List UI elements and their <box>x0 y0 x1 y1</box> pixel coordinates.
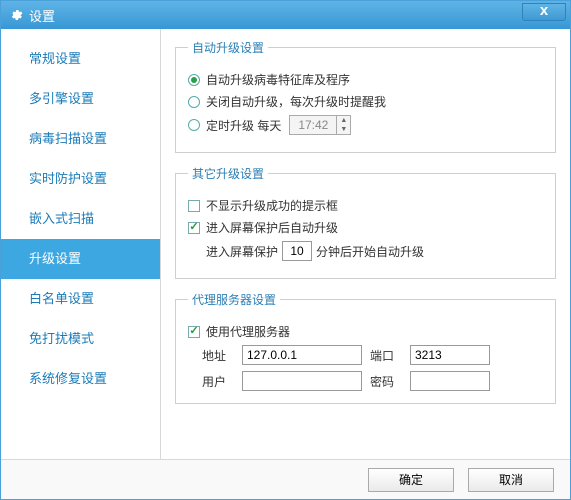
chk-hide-success[interactable]: 不显示升级成功的提示框 <box>188 197 543 214</box>
checkbox-icon <box>188 326 200 338</box>
radio-off[interactable]: 关闭自动升级，每次升级时提醒我 <box>188 93 543 110</box>
ss-minutes-input[interactable] <box>282 241 312 261</box>
radio-icon <box>188 119 200 131</box>
checkbox-label: 不显示升级成功的提示框 <box>206 197 338 214</box>
legend-proxy: 代理服务器设置 <box>188 291 280 308</box>
sidebar-item-engines[interactable]: 多引擎设置 <box>1 79 160 119</box>
chevron-up-icon[interactable]: ▲ <box>337 116 350 125</box>
legend-other-upgrade: 其它升级设置 <box>188 165 268 182</box>
close-button[interactable]: x <box>522 3 566 21</box>
port-input[interactable] <box>410 345 490 365</box>
group-proxy: 代理服务器设置 使用代理服务器 地址 端口 用户 密码 <box>175 291 556 404</box>
time-spinner[interactable]: 17:42 ▲ ▼ <box>289 115 351 135</box>
ss-suffix: 分钟后开始自动升级 <box>316 243 424 260</box>
checkbox-label: 使用代理服务器 <box>206 323 290 340</box>
ss-prefix: 进入屏幕保护 <box>206 243 278 260</box>
checkbox-icon <box>188 222 200 234</box>
close-icon: x <box>540 2 548 19</box>
sidebar-item-upgrade[interactable]: 升级设置 <box>1 239 160 279</box>
legend-auto-upgrade: 自动升级设置 <box>188 39 268 56</box>
group-auto-upgrade: 自动升级设置 自动升级病毒特征库及程序 关闭自动升级，每次升级时提醒我 定时升级… <box>175 39 556 153</box>
radio-icon <box>188 96 200 108</box>
chk-use-proxy[interactable]: 使用代理服务器 <box>188 323 543 340</box>
gear-icon <box>9 8 23 22</box>
checkbox-icon <box>188 200 200 212</box>
screensaver-delay-row: 进入屏幕保护 分钟后开始自动升级 <box>206 241 543 261</box>
spinner-arrows: ▲ ▼ <box>336 116 350 134</box>
sidebar-item-general[interactable]: 常规设置 <box>1 39 160 79</box>
pass-input[interactable] <box>410 371 490 391</box>
footer: 确定 取消 <box>1 459 570 499</box>
ok-button[interactable]: 确定 <box>368 468 454 492</box>
group-other-upgrade: 其它升级设置 不显示升级成功的提示框 进入屏幕保护后自动升级 进入屏幕保护 分钟… <box>175 165 556 279</box>
radio-label: 定时升级 每天 <box>206 117 281 134</box>
addr-label: 地址 <box>202 347 234 364</box>
time-value: 17:42 <box>290 116 336 134</box>
radio-label: 自动升级病毒特征库及程序 <box>206 71 350 88</box>
sidebar-item-sysrepair[interactable]: 系统修复设置 <box>1 359 160 399</box>
chk-screensaver-upgrade[interactable]: 进入屏幕保护后自动升级 <box>188 219 543 236</box>
titlebar: 设置 x <box>1 1 570 29</box>
sidebar-item-whitelist[interactable]: 白名单设置 <box>1 279 160 319</box>
checkbox-label: 进入屏幕保护后自动升级 <box>206 219 338 236</box>
port-label: 端口 <box>370 347 402 364</box>
radio-icon <box>188 74 200 86</box>
radio-timed[interactable]: 定时升级 每天 17:42 ▲ ▼ <box>188 115 543 135</box>
addr-input[interactable] <box>242 345 362 365</box>
cancel-button[interactable]: 取消 <box>468 468 554 492</box>
pass-label: 密码 <box>370 373 402 390</box>
window-title: 设置 <box>29 6 55 25</box>
window-body: 常规设置 多引擎设置 病毒扫描设置 实时防护设置 嵌入式扫描 升级设置 白名单设… <box>1 29 570 459</box>
user-label: 用户 <box>202 373 234 390</box>
radio-label: 关闭自动升级，每次升级时提醒我 <box>206 93 386 110</box>
chevron-down-icon[interactable]: ▼ <box>337 125 350 134</box>
sidebar-item-embedded[interactable]: 嵌入式扫描 <box>1 199 160 239</box>
sidebar: 常规设置 多引擎设置 病毒扫描设置 实时防护设置 嵌入式扫描 升级设置 白名单设… <box>1 29 161 459</box>
proxy-grid: 地址 端口 用户 密码 <box>202 345 543 391</box>
radio-auto[interactable]: 自动升级病毒特征库及程序 <box>188 71 543 88</box>
settings-window: 设置 x 常规设置 多引擎设置 病毒扫描设置 实时防护设置 嵌入式扫描 升级设置… <box>0 0 571 500</box>
content-pane: 自动升级设置 自动升级病毒特征库及程序 关闭自动升级，每次升级时提醒我 定时升级… <box>161 29 570 459</box>
sidebar-item-virus-scan[interactable]: 病毒扫描设置 <box>1 119 160 159</box>
sidebar-item-dnd[interactable]: 免打扰模式 <box>1 319 160 359</box>
sidebar-item-realtime[interactable]: 实时防护设置 <box>1 159 160 199</box>
user-input[interactable] <box>242 371 362 391</box>
